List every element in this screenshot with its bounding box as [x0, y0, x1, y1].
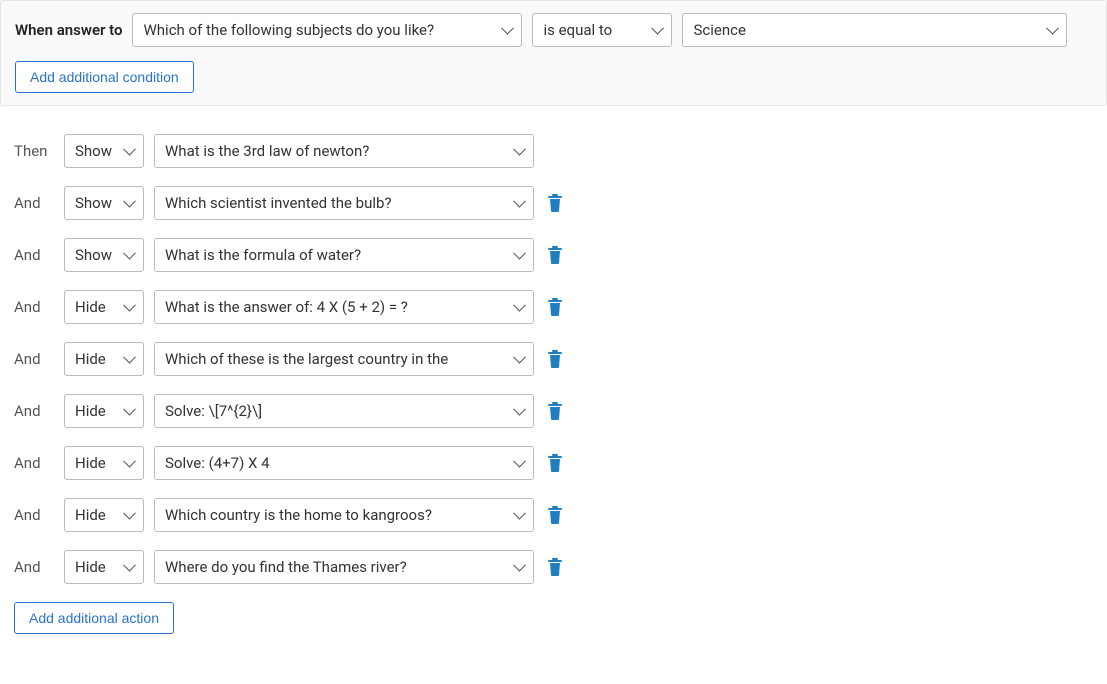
action-row: And Hide Solve: (4+7) X 4 [14, 446, 1093, 480]
action-target-select[interactable]: Which of these is the largest country in… [154, 342, 534, 376]
action-type-select[interactable]: Hide [64, 290, 144, 324]
action-target-select[interactable]: What is the answer of: 4 X (5 + 2) = ? [154, 290, 534, 324]
condition-section: When answer to Which of the following su… [0, 0, 1107, 106]
action-row: And Hide Solve: \[7^{2}\] [14, 394, 1093, 428]
action-type-select[interactable]: Hide [64, 446, 144, 480]
action-row: And Hide What is the answer of: 4 X (5 + 2… [14, 290, 1093, 324]
action-row: Then Show What is the 3rd law of newton? [14, 134, 1093, 168]
action-type-select-wrap: Hide [64, 498, 144, 532]
action-target-select[interactable]: What is the formula of water? [154, 238, 534, 272]
action-prefix: Then [14, 142, 54, 160]
action-row: And Hide Which of these is the largest cou… [14, 342, 1093, 376]
action-row: And Hide Which country is the home to kang… [14, 498, 1093, 532]
delete-icon[interactable] [544, 192, 566, 214]
action-type-select[interactable]: Hide [64, 342, 144, 376]
action-target-select[interactable]: Solve: (4+7) X 4 [154, 446, 534, 480]
action-type-select[interactable]: Show [64, 186, 144, 220]
action-type-select[interactable]: Hide [64, 550, 144, 584]
action-prefix: And [14, 506, 54, 524]
action-prefix: And [14, 350, 54, 368]
action-type-select-wrap: Hide [64, 290, 144, 324]
question-select[interactable]: Which of the following subjects do you l… [132, 13, 522, 47]
operator-select[interactable]: is equal to [532, 13, 672, 47]
delete-icon[interactable] [544, 244, 566, 266]
action-row: And Show Which scientist invented the bulb… [14, 186, 1093, 220]
delete-icon[interactable] [544, 348, 566, 370]
delete-icon[interactable] [544, 296, 566, 318]
action-target-select[interactable]: Which country is the home to kangroos? [154, 498, 534, 532]
action-prefix: And [14, 454, 54, 472]
value-select-wrap: Science [682, 13, 1067, 47]
add-condition-button[interactable]: Add additional condition [15, 61, 194, 93]
value-select[interactable]: Science [682, 13, 1067, 47]
action-target-select-wrap: What is the formula of water? [154, 238, 534, 272]
action-target-select[interactable]: Which scientist invented the bulb? [154, 186, 534, 220]
action-type-select[interactable]: Hide [64, 394, 144, 428]
question-select-wrap: Which of the following subjects do you l… [132, 13, 522, 47]
delete-icon[interactable] [544, 452, 566, 474]
condition-row: When answer to Which of the following su… [15, 13, 1092, 47]
action-type-select[interactable]: Show [64, 238, 144, 272]
action-row: And Hide Where do you find the Thames rive… [14, 550, 1093, 584]
when-label: When answer to [15, 21, 122, 39]
action-target-select-wrap: Solve: \[7^{2}\] [154, 394, 534, 428]
action-prefix: And [14, 298, 54, 316]
action-target-select-wrap: Where do you find the Thames river? [154, 550, 534, 584]
action-type-select-wrap: Show [64, 134, 144, 168]
action-row: And Show What is the formula of water? [14, 238, 1093, 272]
action-target-select-wrap: Which scientist invented the bulb? [154, 186, 534, 220]
action-type-select[interactable]: Hide [64, 498, 144, 532]
action-target-select[interactable]: Where do you find the Thames river? [154, 550, 534, 584]
action-target-select-wrap: Which country is the home to kangroos? [154, 498, 534, 532]
action-prefix: And [14, 246, 54, 264]
delete-icon[interactable] [544, 556, 566, 578]
action-target-select-wrap: Solve: (4+7) X 4 [154, 446, 534, 480]
action-target-select[interactable]: Solve: \[7^{2}\] [154, 394, 534, 428]
action-target-select-wrap: What is the 3rd law of newton? [154, 134, 534, 168]
action-target-select[interactable]: What is the 3rd law of newton? [154, 134, 534, 168]
action-type-select-wrap: Show [64, 238, 144, 272]
add-action-button[interactable]: Add additional action [14, 602, 174, 634]
action-prefix: And [14, 194, 54, 212]
action-type-select[interactable]: Show [64, 134, 144, 168]
action-prefix: And [14, 402, 54, 420]
action-target-select-wrap: Which of these is the largest country in… [154, 342, 534, 376]
action-type-select-wrap: Hide [64, 550, 144, 584]
action-type-select-wrap: Show [64, 186, 144, 220]
operator-select-wrap: is equal to [532, 13, 672, 47]
action-prefix: And [14, 558, 54, 576]
delete-icon[interactable] [544, 400, 566, 422]
action-type-select-wrap: Hide [64, 394, 144, 428]
action-type-select-wrap: Hide [64, 446, 144, 480]
action-type-select-wrap: Hide [64, 342, 144, 376]
delete-icon[interactable] [544, 504, 566, 526]
actions-section: Then Show What is the 3rd law of newton? An… [0, 122, 1107, 648]
action-target-select-wrap: What is the answer of: 4 X (5 + 2) = ? [154, 290, 534, 324]
